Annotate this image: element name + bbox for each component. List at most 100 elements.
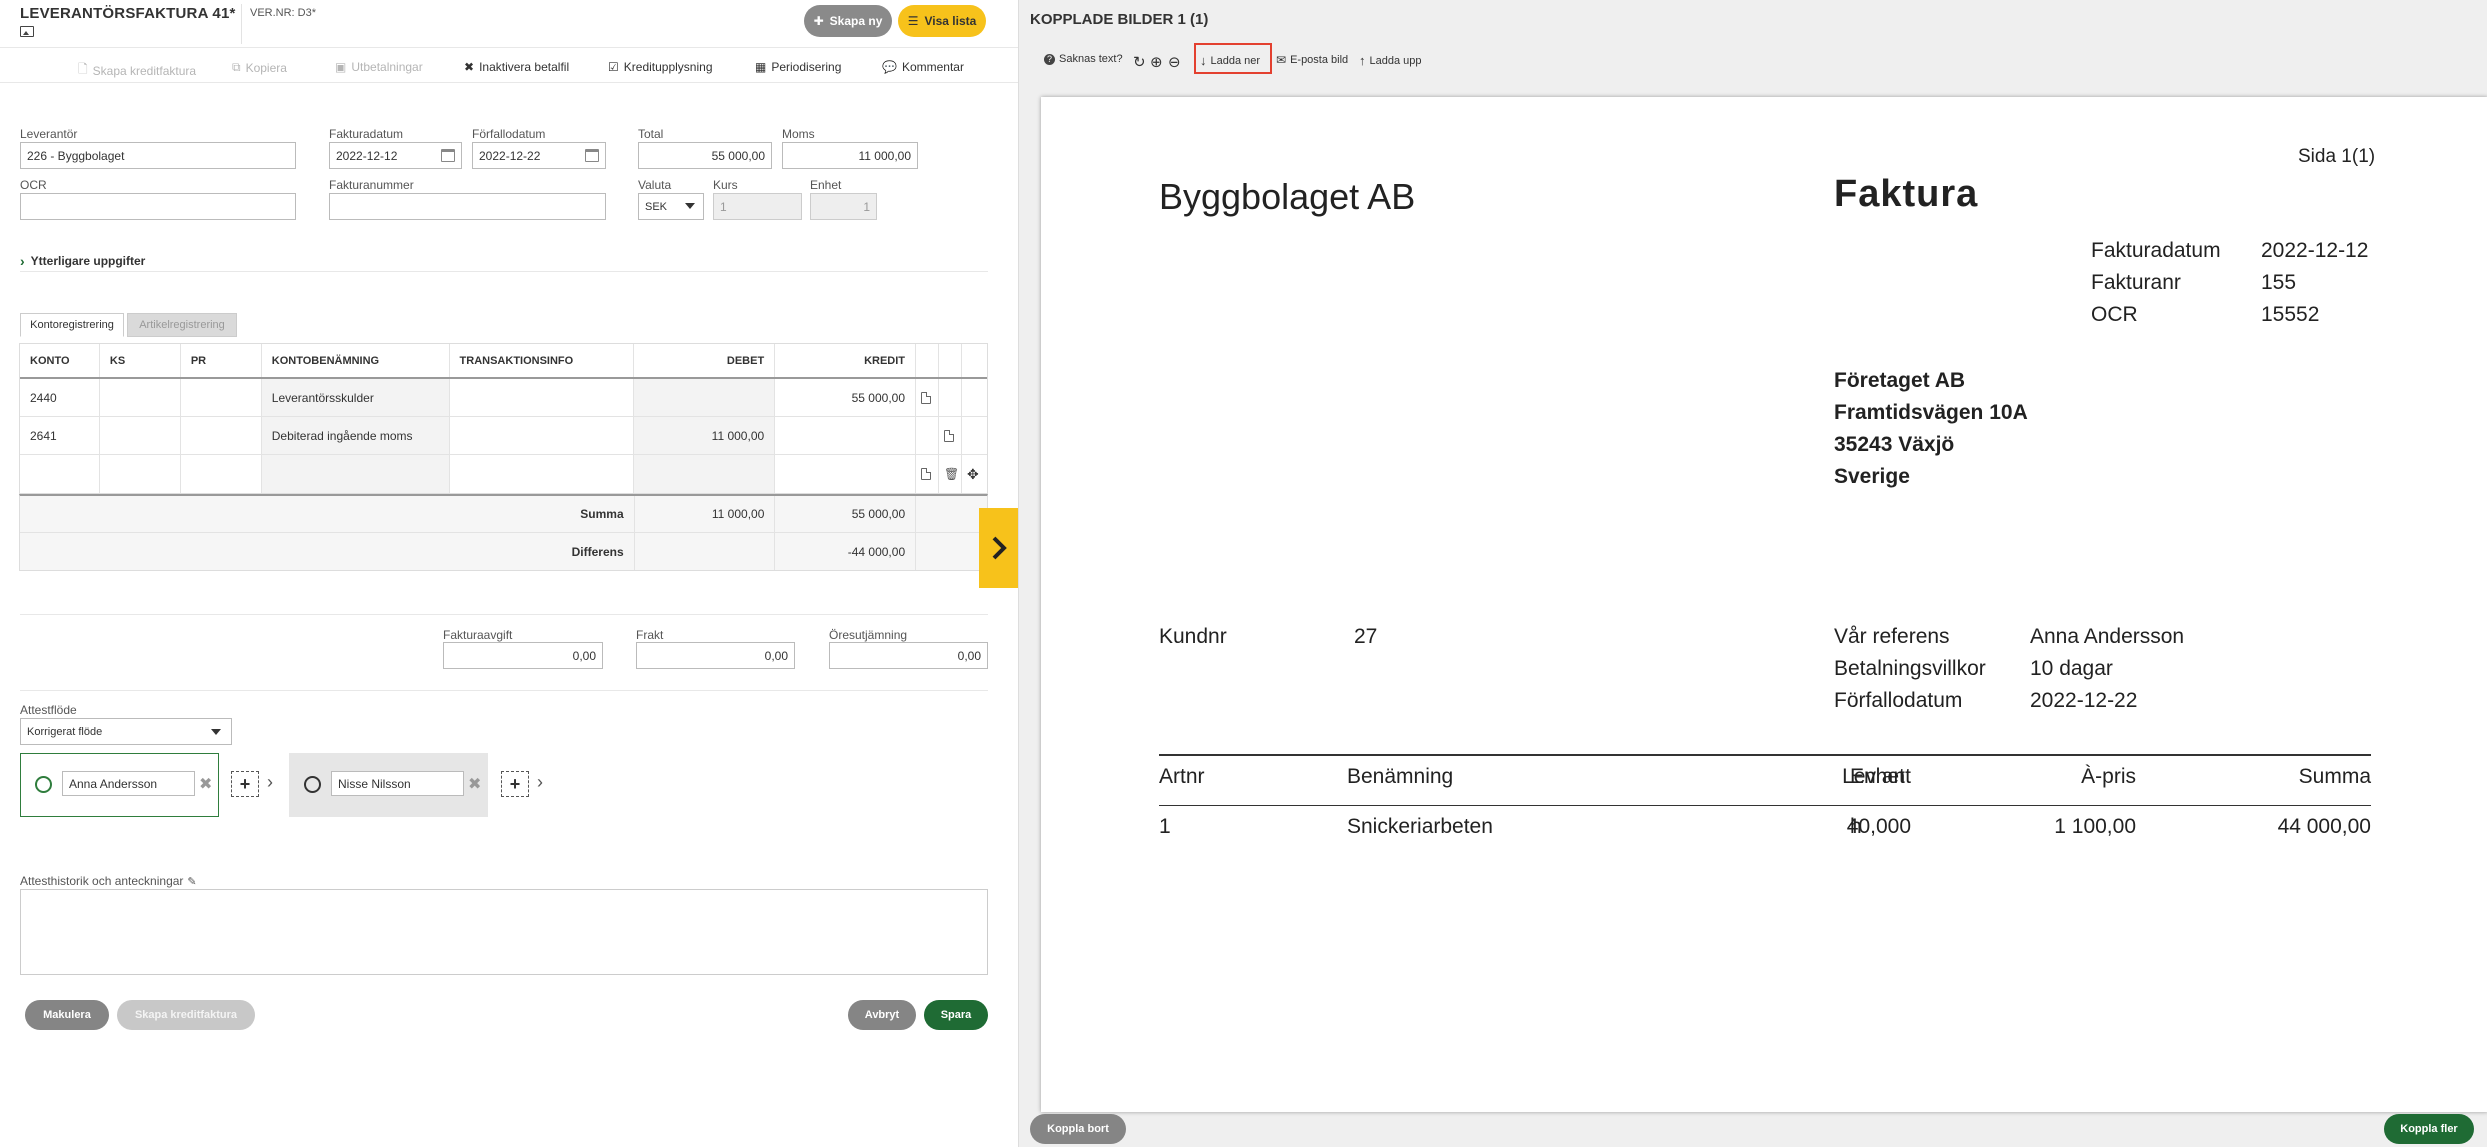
col-konto[interactable]: KONTO <box>20 344 100 377</box>
invoice-date-field[interactable]: 2022-12-12 <box>329 142 462 169</box>
cell-credit[interactable]: 55 000,00 <box>775 379 917 416</box>
vat-field[interactable]: 11 000,00 <box>782 142 918 169</box>
ocr-field[interactable] <box>20 193 296 220</box>
cell-transaction-info[interactable] <box>450 379 635 416</box>
col-pr[interactable]: PR <box>181 344 262 377</box>
cancel-button[interactable]: Avbryt <box>848 1000 916 1030</box>
cell-debit[interactable]: 11 000,00 <box>634 417 776 454</box>
email-image-button[interactable]: ✉ E-posta bild <box>1276 53 1348 67</box>
toolbar-periodize[interactable]: ▦ Periodisering <box>755 60 841 74</box>
attest-flow-select[interactable]: Korrigerat flöde <box>20 718 232 745</box>
tab-article-registration[interactable]: Artikelregistrering <box>127 313 237 337</box>
trash-icon[interactable]: 🗑 <box>939 455 962 493</box>
toolbar-inactivate-paymentfile[interactable]: ✖ Inaktivera betalfil <box>464 60 569 74</box>
toolbar-credit-info[interactable]: ☑ Kreditupplysning <box>608 60 713 74</box>
reference-label: Vår referens <box>1834 625 1950 648</box>
toolbar-comment[interactable]: 💬 Kommentar <box>882 60 964 74</box>
col-credit[interactable]: KREDIT <box>775 344 917 377</box>
cell-konto[interactable]: 2440 <box>20 379 100 416</box>
cell-konto[interactable] <box>20 455 100 493</box>
freight-field[interactable]: 0,00 <box>636 642 795 669</box>
col-transaction-info[interactable]: TRANSAKTIONSINFO <box>450 344 635 377</box>
cell-transaction-info[interactable] <box>450 417 635 454</box>
add-attester-button[interactable]: + <box>501 771 529 797</box>
new-row[interactable]: 🗑 ✥ <box>20 455 987 493</box>
cell-konto[interactable]: 2641 <box>20 417 100 454</box>
cell-action[interactable] <box>939 417 962 454</box>
move-icon[interactable]: ✥ <box>962 455 987 493</box>
image-icon[interactable] <box>20 26 34 37</box>
cell-pr[interactable] <box>181 417 262 454</box>
calendar-icon[interactable] <box>441 149 455 162</box>
discard-button[interactable]: Makulera <box>25 1000 109 1030</box>
currency-select[interactable]: SEK <box>638 193 704 220</box>
download-button[interactable]: ↓ Ladda ner <box>1200 53 1260 68</box>
expand-image-pane-handle[interactable] <box>979 508 1018 588</box>
missing-text-button[interactable]: ? Saknas text? <box>1044 53 1123 65</box>
due-date-field[interactable]: 2022-12-22 <box>472 142 606 169</box>
cell-debit[interactable] <box>634 455 776 493</box>
add-attester-button[interactable]: + <box>231 771 259 797</box>
remove-icon[interactable]: ✖ <box>468 774 481 794</box>
cell-action[interactable] <box>916 455 940 493</box>
invoice-page-number: Sida 1(1) <box>2298 146 2376 167</box>
attest-step-2[interactable]: Nisse Nilsson ✖ <box>289 753 488 817</box>
invoice-doc-title: Faktura <box>1834 173 1979 215</box>
cell-credit[interactable] <box>775 455 917 493</box>
link-more-button[interactable]: Koppla fler <box>2384 1114 2474 1144</box>
currency-label: Valuta <box>638 178 672 192</box>
total-field[interactable]: 55 000,00 <box>638 142 772 169</box>
table-row[interactable]: 2440 Leverantörsskulder 55 000,00 <box>20 379 987 417</box>
toolbar-copy[interactable]: ⧉ Kopiera <box>232 60 287 75</box>
cell-debit[interactable] <box>634 379 776 416</box>
tab-account-registration[interactable]: Kontoregistrering <box>20 313 124 337</box>
table-row[interactable]: 2641 Debiterad ingående moms 11 000,00 <box>20 417 987 455</box>
create-new-button[interactable]: ✚ Skapa ny <box>804 5 892 37</box>
sum-credit: 55 000,00 <box>775 496 917 532</box>
attest-person-field[interactable]: Anna Andersson <box>62 771 195 796</box>
unit-field: 1 <box>810 193 877 220</box>
recipient-street: Framtidsvägen 10A <box>1834 401 2028 424</box>
col-debit[interactable]: DEBET <box>634 344 776 377</box>
total-label: Total <box>638 127 664 141</box>
zoom-in-icon[interactable]: ⊕ <box>1150 53 1163 71</box>
cell-transaction-info[interactable] <box>450 455 635 493</box>
invoice-number-label: Fakturanummer <box>329 178 414 192</box>
attest-flow-label: Attestflöde <box>20 703 77 717</box>
rounding-field[interactable]: 0,00 <box>829 642 988 669</box>
cell-ks[interactable] <box>100 379 181 416</box>
attest-step-1[interactable]: Anna Andersson ✖ <box>20 753 219 817</box>
cell-pr[interactable] <box>181 455 262 493</box>
invoice-fee-field[interactable]: 0,00 <box>443 642 603 669</box>
cell-ks[interactable] <box>100 417 181 454</box>
remove-icon[interactable]: ✖ <box>199 774 212 794</box>
more-details-toggle[interactable]: › Ytterligare uppgifter <box>20 253 145 269</box>
customer-no-value: 27 <box>1354 625 1378 648</box>
create-credit-button[interactable]: Skapa kreditfaktura <box>117 1000 255 1030</box>
invoice-number-field[interactable] <box>329 193 606 220</box>
attest-history-textarea[interactable] <box>20 889 988 975</box>
edit-icon[interactable]: ✎ <box>187 875 196 888</box>
line-sum: 44 000,00 <box>2277 815 2371 838</box>
toolbar-payments[interactable]: ▣ Utbetalningar <box>335 60 423 74</box>
cell-ks[interactable] <box>100 455 181 493</box>
page-title: LEVERANTÖRSFAKTURA 41* <box>20 5 236 22</box>
show-list-button[interactable]: ☰ Visa lista <box>898 5 986 37</box>
zoom-out-icon[interactable]: ⊖ <box>1168 53 1181 71</box>
document-icon[interactable] <box>944 429 955 442</box>
document-icon[interactable] <box>921 391 932 404</box>
attest-person-field[interactable]: Nisse Nilsson <box>331 771 464 796</box>
cell-action[interactable] <box>916 379 939 416</box>
cell-credit[interactable] <box>775 417 917 454</box>
calendar-icon[interactable] <box>585 149 599 162</box>
col-account-name[interactable]: KONTOBENÄMNING <box>262 344 450 377</box>
col-ks[interactable]: KS <box>100 344 181 377</box>
supplier-field[interactable]: 226 - Byggbolaget <box>20 142 296 169</box>
cell-pr[interactable] <box>181 379 262 416</box>
toolbar-create-credit[interactable]: 🗋 Skapa kreditfaktura <box>78 60 196 81</box>
rotate-icon[interactable]: ↻ <box>1133 53 1146 71</box>
upload-button[interactable]: ↑ Ladda upp <box>1359 53 1422 68</box>
unlink-button[interactable]: Koppla bort <box>1030 1114 1126 1144</box>
save-button[interactable]: Spara <box>924 1000 988 1030</box>
document-icon[interactable] <box>921 468 932 480</box>
